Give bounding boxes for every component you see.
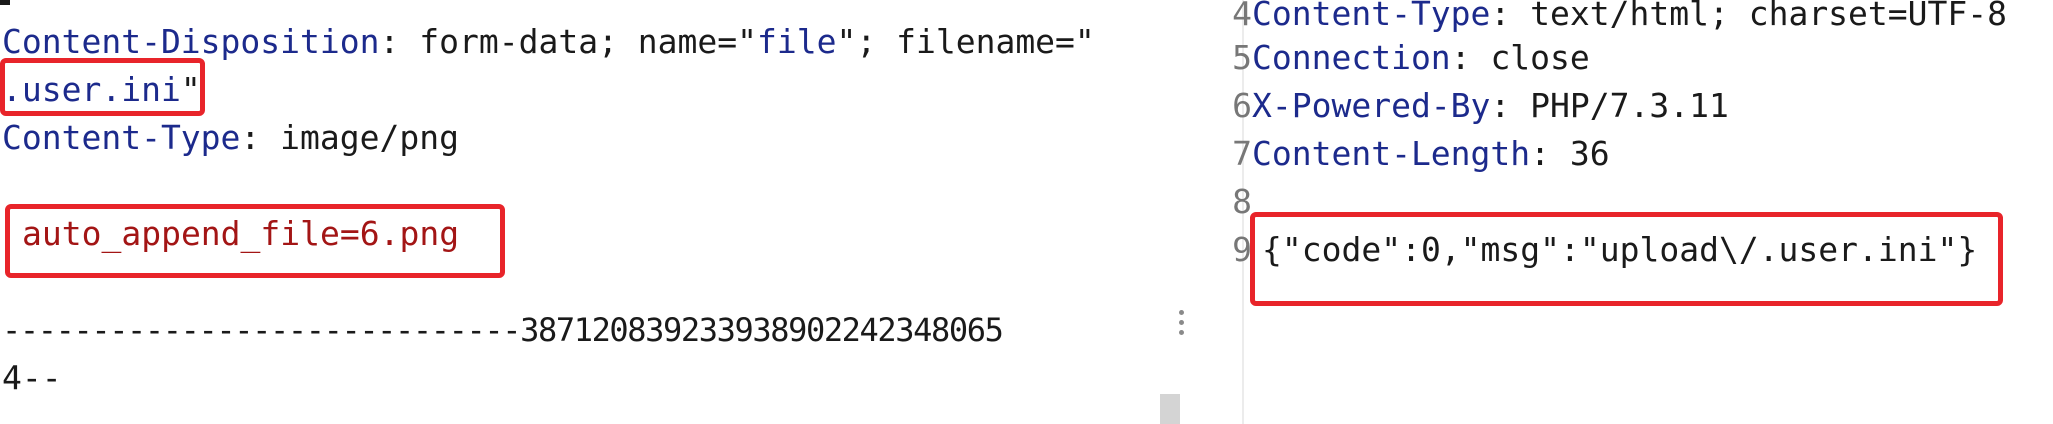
response-highlight-box <box>1250 212 2003 306</box>
header-separator: : <box>1490 86 1531 125</box>
multipart-boundary-tail: 4-- <box>2 358 62 397</box>
header-value-part: ; filename= <box>856 22 1075 61</box>
header-separator: : <box>1490 0 1531 33</box>
line-number: 7 <box>1232 134 1252 173</box>
filename-highlight-box <box>0 58 205 116</box>
header-key: Connection <box>1252 38 1451 77</box>
header-key: Content-Type <box>2 118 241 157</box>
line-number: 5 <box>1232 38 1252 77</box>
quote: " <box>737 22 758 61</box>
body-highlight-box <box>5 204 505 278</box>
multipart-boundary: -----------------------------38712083923… <box>2 311 1004 349</box>
header-separator: : <box>1450 38 1491 77</box>
response-header-line: X-Powered-By: PHP/7.3.11 <box>1252 82 1729 130</box>
header-separator: : <box>1530 134 1570 173</box>
header-key: X-Powered-By <box>1252 86 1491 125</box>
quote: " <box>1074 22 1095 61</box>
header-separator: : <box>240 118 281 157</box>
previous-line-fragment <box>0 0 10 5</box>
content-type-line: Content-Type: image/png <box>2 114 459 162</box>
response-header-line: Content-Length: 36 <box>1252 130 1610 178</box>
line-number: 4 <box>1232 0 1252 33</box>
header-value: 36 <box>1569 134 1610 173</box>
line-number: 9 <box>1232 230 1252 269</box>
vertical-scrollbar-thumb[interactable] <box>1160 394 1180 424</box>
response-header-line: Connection: close <box>1252 34 1590 82</box>
response-header-line: Content-Type: text/html; charset=UTF-8 <box>1252 0 2007 38</box>
quote: " <box>836 22 857 61</box>
header-key: Content-Type <box>1252 0 1491 33</box>
header-value-part: form-data; name= <box>419 22 738 61</box>
line-number: 8 <box>1232 182 1252 221</box>
vertical-ellipsis-icon[interactable] <box>1178 310 1186 340</box>
header-value: PHP/7.3.11 <box>1530 86 1729 125</box>
header-separator: : <box>379 22 420 61</box>
header-value: close <box>1490 38 1590 77</box>
header-value: image/png <box>280 118 459 157</box>
line-number: 6 <box>1232 86 1252 125</box>
field-name: file <box>757 22 837 61</box>
header-key: Content-Disposition <box>2 22 380 61</box>
header-value: text/html; charset=UTF-8 <box>1530 0 2007 33</box>
header-key: Content-Length <box>1252 134 1531 173</box>
